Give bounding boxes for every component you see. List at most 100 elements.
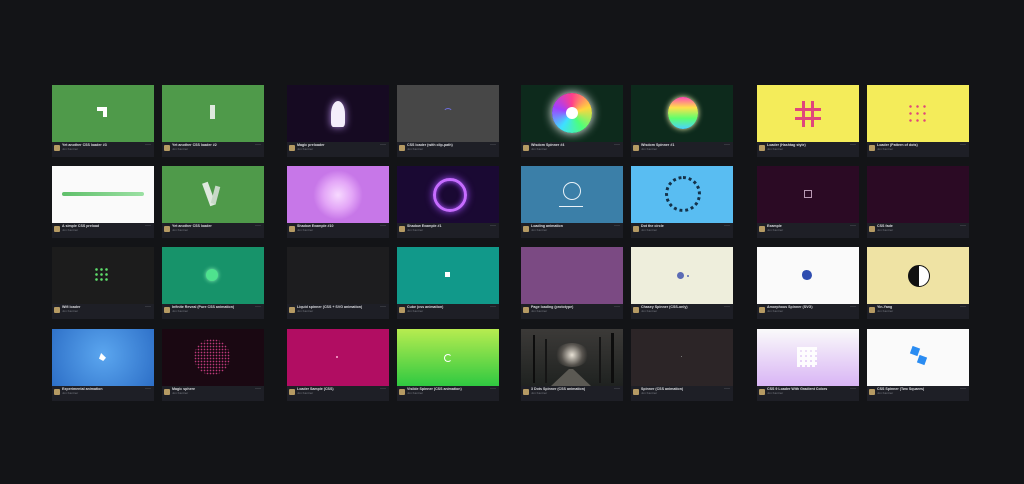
more-horizontal-icon[interactable]: ··· (724, 386, 730, 392)
user-avatar[interactable] (523, 145, 529, 151)
pen-card[interactable]: Wisdom Spinner #1 Jon Kantner ··· (631, 85, 733, 157)
user-avatar[interactable] (523, 307, 529, 313)
pen-card[interactable]: Amorphous Spinner (SVG) Jon Kantner ··· (757, 247, 859, 319)
pen-author[interactable]: Jon Kantner (531, 148, 547, 151)
pen-preview[interactable] (287, 85, 389, 142)
pen-author[interactable]: Jon Kantner (62, 392, 78, 395)
user-avatar[interactable] (289, 307, 295, 313)
pen-author[interactable]: Jon Kantner (641, 392, 657, 395)
user-avatar[interactable] (399, 226, 405, 232)
user-avatar[interactable] (399, 145, 405, 151)
more-horizontal-icon[interactable]: ··· (614, 304, 620, 310)
more-horizontal-icon[interactable]: ··· (380, 142, 386, 148)
more-horizontal-icon[interactable]: ··· (145, 142, 151, 148)
pen-author[interactable]: Jon Kantner (62, 148, 78, 151)
pen-card[interactable]: CSS loader (with clip-path) Jon Kantner ··… (397, 85, 499, 157)
pen-author[interactable]: Jon Kantner (172, 392, 188, 395)
user-avatar[interactable] (164, 307, 170, 313)
user-avatar[interactable] (633, 145, 639, 151)
pen-author[interactable]: Jon Kantner (767, 392, 783, 395)
user-avatar[interactable] (869, 226, 875, 232)
user-avatar[interactable] (633, 389, 639, 395)
user-avatar[interactable] (399, 307, 405, 313)
more-horizontal-icon[interactable]: ··· (380, 304, 386, 310)
pen-preview[interactable] (521, 329, 623, 386)
pen-card[interactable]: Magic sphere Jon Kantner ··· (162, 329, 264, 401)
more-horizontal-icon[interactable]: ··· (960, 223, 966, 229)
pen-card[interactable]: Shadow Example #10 Jon Kantner ··· (287, 166, 389, 238)
pen-card[interactable]: Page loading (prototype) Jon Kantner ··· (521, 247, 623, 319)
pen-author[interactable]: Jon Kantner (172, 310, 188, 313)
pen-card[interactable]: Loader (Hashtag style) Jon Kantner ··· (757, 85, 859, 157)
pen-author[interactable]: Jon Kantner (767, 229, 783, 232)
pen-preview[interactable] (757, 166, 859, 223)
pen-preview[interactable] (867, 247, 969, 304)
pen-card[interactable]: Yet another CSS loader #2 Jon Kantner ··· (162, 85, 264, 157)
more-horizontal-icon[interactable]: ··· (960, 142, 966, 148)
pen-preview[interactable] (631, 329, 733, 386)
user-avatar[interactable] (523, 389, 529, 395)
user-avatar[interactable] (869, 145, 875, 151)
pen-card[interactable]: A simple CSS preload Jon Kantner ··· (52, 166, 154, 238)
more-horizontal-icon[interactable]: ··· (614, 142, 620, 148)
pen-preview[interactable] (287, 166, 389, 223)
pen-card[interactable]: Experimental animation Jon Kantner ··· (52, 329, 154, 401)
pen-card[interactable]: Loader Sample (CSS) Jon Kantner ··· (287, 329, 389, 401)
pen-preview[interactable] (757, 329, 859, 386)
pen-preview[interactable] (521, 166, 623, 223)
pen-preview[interactable] (867, 166, 969, 223)
pen-author[interactable]: Jon Kantner (767, 310, 783, 313)
pen-preview[interactable] (162, 85, 264, 142)
user-avatar[interactable] (633, 307, 639, 313)
user-avatar[interactable] (54, 226, 60, 232)
user-avatar[interactable] (759, 307, 765, 313)
pen-author[interactable]: Jon Kantner (531, 229, 547, 232)
more-horizontal-icon[interactable]: ··· (850, 142, 856, 148)
pen-author[interactable]: Jon Kantner (407, 392, 423, 395)
more-horizontal-icon[interactable]: ··· (850, 223, 856, 229)
pen-preview[interactable] (52, 166, 154, 223)
more-horizontal-icon[interactable]: ··· (255, 223, 261, 229)
user-avatar[interactable] (759, 389, 765, 395)
pen-preview[interactable] (757, 247, 859, 304)
pen-author[interactable]: Jon Kantner (297, 310, 313, 313)
more-horizontal-icon[interactable]: ··· (380, 223, 386, 229)
pen-author[interactable]: Jon Kantner (172, 229, 188, 232)
pen-card[interactable]: Magic preloader Jon Kantner ··· (287, 85, 389, 157)
more-horizontal-icon[interactable]: ··· (960, 304, 966, 310)
more-horizontal-icon[interactable]: ··· (724, 304, 730, 310)
pen-card[interactable]: Loading animation Jon Kantner ··· (521, 166, 623, 238)
pen-preview[interactable] (397, 85, 499, 142)
pen-card[interactable]: Visible Spinner (CSS animation) Jon Kantn… (397, 329, 499, 401)
pen-card[interactable]: Dot the circle Jon Kantner ··· (631, 166, 733, 238)
pen-preview[interactable] (631, 85, 733, 142)
pen-card[interactable]: Chasey Spinner (CSS-only) Jon Kantner ··· (631, 247, 733, 319)
more-horizontal-icon[interactable]: ··· (490, 223, 496, 229)
pen-author[interactable]: Jon Kantner (407, 229, 423, 232)
user-avatar[interactable] (54, 307, 60, 313)
pen-author[interactable]: Jon Kantner (531, 310, 547, 313)
user-avatar[interactable] (759, 145, 765, 151)
pen-preview[interactable] (397, 329, 499, 386)
pen-preview[interactable] (397, 166, 499, 223)
pen-preview[interactable] (52, 247, 154, 304)
pen-preview[interactable] (397, 247, 499, 304)
user-avatar[interactable] (289, 226, 295, 232)
pen-author[interactable]: Jon Kantner (297, 229, 313, 232)
user-avatar[interactable] (869, 389, 875, 395)
user-avatar[interactable] (523, 226, 529, 232)
more-horizontal-icon[interactable]: ··· (490, 304, 496, 310)
more-horizontal-icon[interactable]: ··· (145, 386, 151, 392)
pen-card[interactable]: 3 Dots Spinner (CSS animation) Jon Kantne… (521, 329, 623, 401)
pen-card[interactable]: Yet another CSS loader Jon Kantner ··· (162, 166, 264, 238)
pen-card[interactable]: CSS Spinner (Two Squares) Jon Kantner ··· (867, 329, 969, 401)
pen-author[interactable]: Jon Kantner (531, 392, 547, 395)
user-avatar[interactable] (54, 389, 60, 395)
user-avatar[interactable] (759, 226, 765, 232)
pen-preview[interactable] (52, 329, 154, 386)
pen-author[interactable]: Jon Kantner (767, 148, 783, 151)
more-horizontal-icon[interactable]: ··· (850, 386, 856, 392)
user-avatar[interactable] (289, 145, 295, 151)
more-horizontal-icon[interactable]: ··· (255, 304, 261, 310)
pen-author[interactable]: Jon Kantner (407, 310, 423, 313)
